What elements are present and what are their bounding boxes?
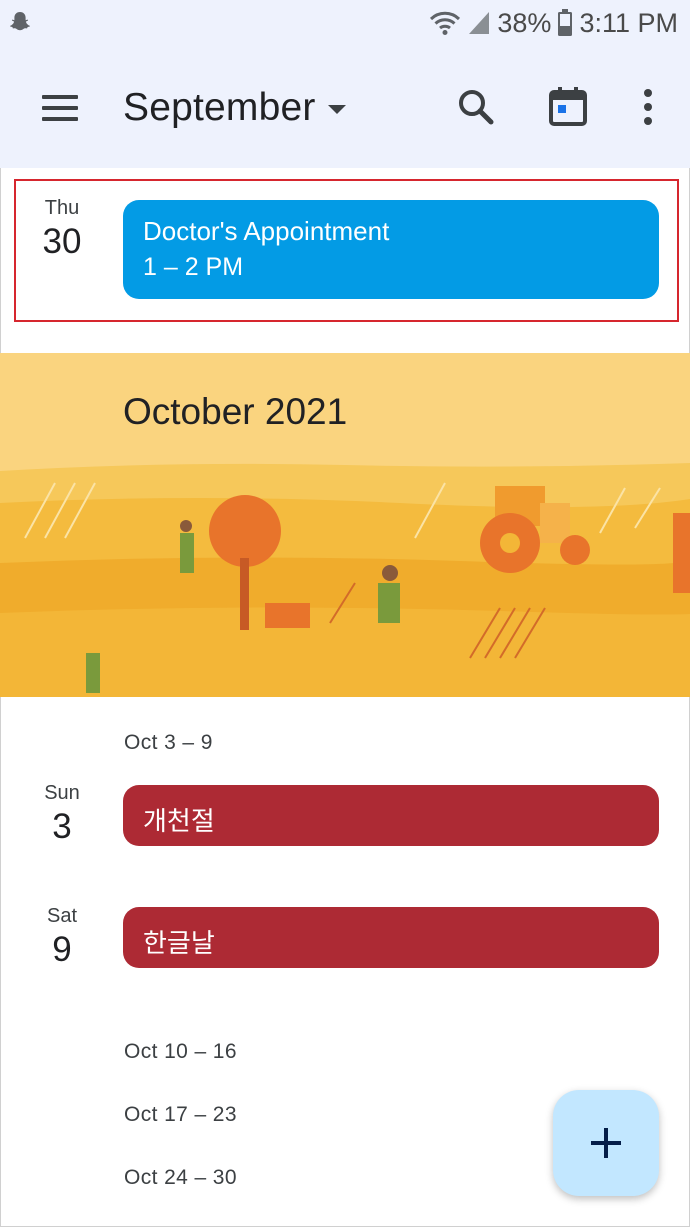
day-of-week: Sat [46,905,78,927]
status-bar: 38% 3:11 PM [0,0,690,46]
create-event-fab[interactable] [553,1090,659,1196]
search-icon [459,90,494,125]
battery-icon [558,9,573,36]
snapchat-ghost-icon [10,12,30,31]
today-button[interactable] [545,84,591,130]
event-hangeulnal[interactable]: 한글날 [123,907,659,968]
event-title: 개천절 [143,806,215,836]
app-bar: September [0,46,690,168]
signal-icon [469,12,490,34]
week-label-oct-24-30: Oct 24 – 30 [124,1166,237,1189]
week-label-oct-3-9: Oct 3 – 9 [124,731,213,754]
today-calendar-icon [549,87,587,126]
day-label-sat-9[interactable]: Sat 9 [22,905,102,970]
menu-button[interactable] [38,88,84,128]
day-label-thu-30[interactable]: Thu 30 [22,197,102,262]
month-selector[interactable]: September [123,84,346,132]
event-time: 1 – 2 PM [143,253,244,281]
dropdown-caret-icon [327,104,346,114]
clock: 3:11 PM [579,7,678,38]
event-gaecheonjeol[interactable]: 개천절 [123,785,659,846]
day-number: 30 [42,222,82,261]
event-doctors-appointment[interactable]: Doctor's Appointment 1 – 2 PM [123,200,659,299]
wifi-icon [430,11,461,35]
event-title: Doctor's Appointment [143,216,390,246]
more-vert-icon [644,89,652,125]
search-button[interactable] [453,84,499,130]
month-title: September [123,86,316,129]
day-of-week: Sun [44,782,80,804]
day-number: 3 [52,807,72,846]
more-options-button[interactable] [625,84,671,130]
status-right: 38% 3:11 PM [429,6,678,40]
menu-icon-bar [42,106,78,110]
menu-icon-bar [42,117,78,121]
event-title: 한글날 [143,928,215,958]
battery-percent: 38% [497,7,552,38]
day-of-week: Thu [44,197,80,219]
menu-icon [42,95,78,99]
plus-icon [591,1128,621,1158]
week-label-oct-10-16: Oct 10 – 16 [124,1040,237,1063]
month-banner: October 2021 [0,353,690,697]
month-banner-title: October 2021 [123,391,348,432]
week-label-oct-17-23: Oct 17 – 23 [124,1103,237,1126]
day-number: 9 [52,930,72,969]
day-label-sun-3[interactable]: Sun 3 [22,782,102,847]
